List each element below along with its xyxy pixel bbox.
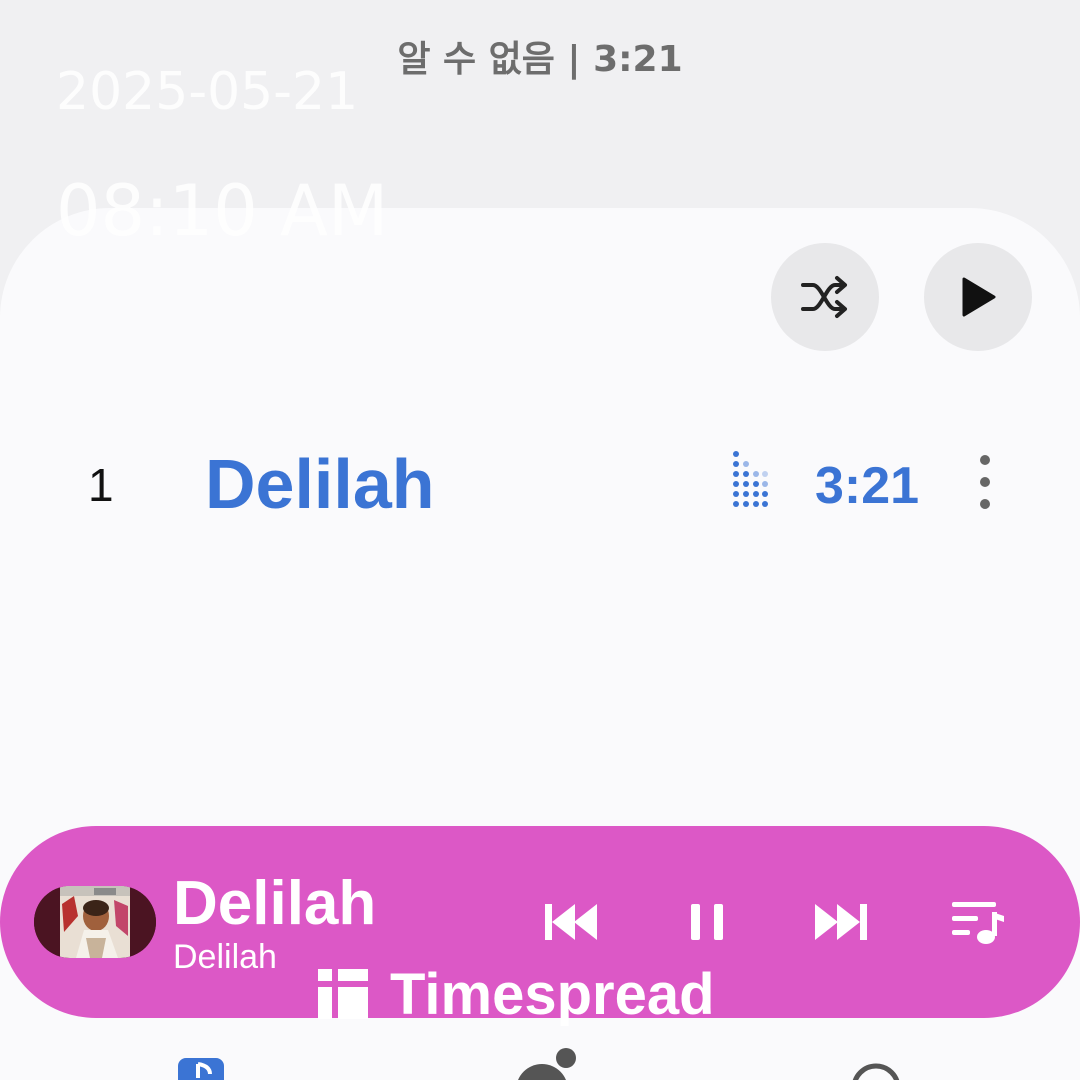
watermark-text: Timespread [390, 961, 715, 1027]
watermark: Timespread [318, 962, 715, 1027]
track-title: Delilah [205, 445, 435, 523]
watermark-logo-icon [318, 969, 368, 1019]
skip-next-icon[interactable] [809, 892, 873, 952]
track-row[interactable]: 1 Delilah 3:21 [0, 430, 1080, 540]
play-all-button[interactable] [924, 243, 1032, 351]
mini-player-artist: Delilah [173, 938, 277, 976]
track-duration: 3:21 [815, 457, 920, 515]
mini-player-title: Delilah [173, 869, 377, 938]
nav-discover-icon[interactable] [516, 1048, 576, 1080]
album-art-thumbnail [34, 886, 156, 958]
skip-previous-icon[interactable] [539, 892, 603, 952]
music-app-screen: 알 수 없음 | 3:21 2025-05-21 08:10 AM 1 Deli… [0, 0, 1080, 1080]
now-playing-equalizer-icon [733, 451, 768, 507]
track-number: 1 [88, 459, 114, 511]
more-options-icon[interactable] [972, 452, 998, 512]
photo-time-stamp: 08:10 AM [56, 170, 389, 252]
queue-icon[interactable] [946, 892, 1010, 952]
shuffle-icon [801, 276, 847, 318]
nav-music-icon[interactable] [178, 1058, 224, 1080]
shuffle-button[interactable] [771, 243, 879, 351]
nav-search-icon[interactable] [852, 1063, 900, 1080]
bottom-navigation [0, 1030, 1080, 1080]
photo-date-stamp: 2025-05-21 [56, 62, 359, 122]
play-icon [962, 277, 996, 317]
pause-icon[interactable] [675, 892, 739, 952]
